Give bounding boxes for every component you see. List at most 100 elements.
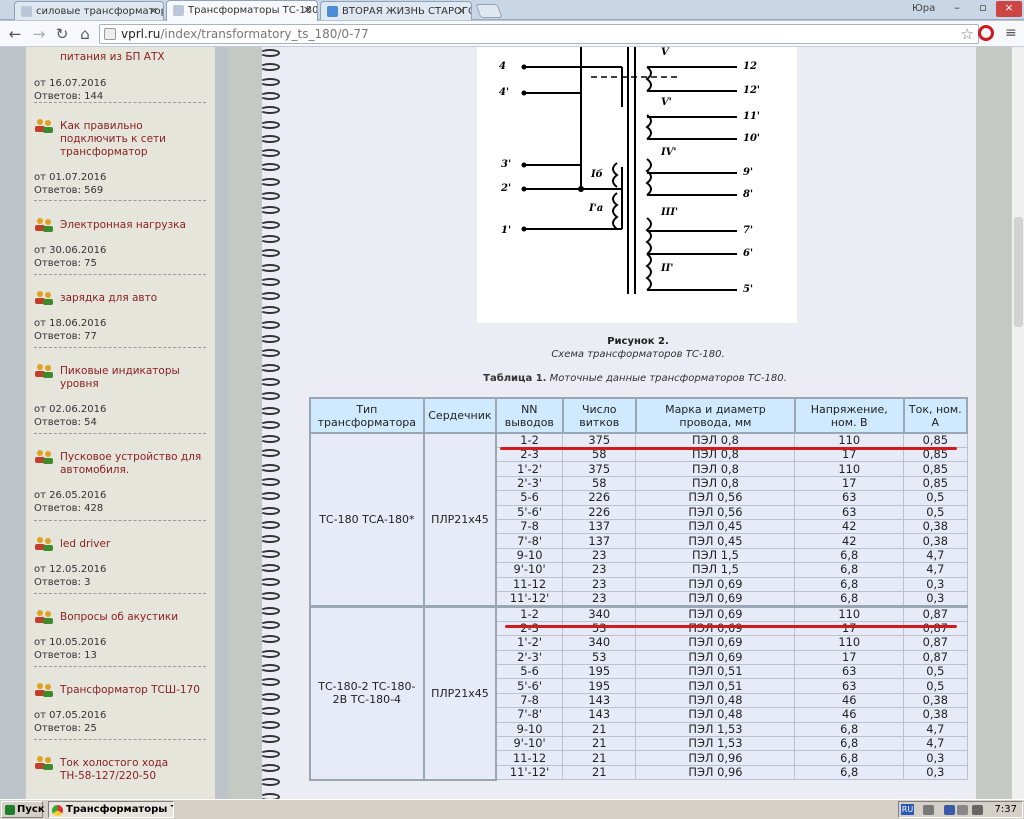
spiral-coil [260,506,280,515]
pin-label: 12' [743,85,760,96]
topic-title[interactable]: led driver [34,538,206,551]
back-icon[interactable]: ← [6,25,24,43]
cell-wire: ПЭЛ 0,69 [635,620,796,637]
page-info-icon[interactable] [104,28,116,40]
header-turns: Число витков [561,397,637,434]
bookmark-star-icon[interactable]: ☆ [961,25,974,43]
close-tab-icon[interactable]: × [457,4,466,17]
url-text[interactable]: vprl.ru/index/transformatory_ts_180/0-77 [121,27,369,41]
cell-current: 0,5 [903,504,968,520]
spiral-coil [260,420,280,429]
sidebar-topic[interactable]: Электронная нагрузка от 30.06.2016 Ответ… [34,218,206,275]
new-tab-button[interactable] [475,4,503,18]
forward-icon[interactable]: → [30,25,48,43]
topic-title[interactable]: Вопросы об акустики [34,611,206,624]
profile-name[interactable]: Юра [912,3,935,14]
spiral-coil [260,349,280,358]
cell-turns: 195 [562,664,637,680]
sidebar-topic[interactable]: зарядка для авто от 18.06.2016 Ответов: … [34,291,206,348]
topic-title[interactable]: питания из БП АТХ [34,51,206,64]
address-bar[interactable]: vprl.ru/index/transformatory_ts_180/0-77… [99,24,979,44]
home-icon[interactable]: ⌂ [76,25,94,43]
cell-pins: 5'-6' [495,504,564,520]
cell-turns: 21 [562,750,637,766]
sidebar-topic[interactable]: Пусковое устройство для автомобиля. от 2… [34,450,206,521]
minimize-icon[interactable]: – [944,1,970,17]
topic-title[interactable]: Электронная нагрузка [34,219,206,232]
cell-turns: 375 [562,432,637,448]
vertical-scrollbar[interactable] [1011,47,1024,799]
cell-wire: ПЭЛ 0,48 [635,707,796,723]
spiral-coil [260,63,280,72]
sidebar-topic[interactable]: Трансформатор ТСШ-170 от 07.05.2016 Отве… [34,683,206,740]
cell-pins: 11-12 [495,750,564,766]
cell-voltage: 63 [794,678,905,694]
page-icon [327,6,338,17]
spiral-coil [260,277,280,286]
topic-title[interactable]: Как правильно подключить к сети трансфор… [34,120,206,159]
network-icon[interactable] [923,805,934,815]
spiral-coil [260,649,280,658]
sidebar-topic[interactable]: Как правильно подключить к сети трансфор… [34,119,206,201]
tab-2-label: Трансформаторы ТС-180 - [188,5,318,16]
tab-3[interactable]: ВТОРАЯ ЖИЗНЬ СТАРОГО × [320,1,472,20]
maximize-icon[interactable]: ▫ [970,1,996,17]
topic-title[interactable]: Трансформатор ТСШ-170 [34,684,206,697]
sidebar-topic[interactable]: Вопросы об акустики от 10.05.2016 Ответо… [34,610,206,667]
topic-title[interactable]: зарядка для авто [34,292,206,305]
cell-turns: 21 [562,736,637,752]
opera-extension-icon[interactable] [978,25,994,41]
users-icon [35,683,53,697]
winding-label: III' [660,207,678,218]
url-path: /index/transformatory_ts_180/0-77 [160,27,369,41]
spiral-coil [260,220,280,229]
topic-title[interactable]: Пиковые индикаторы уровня [34,365,206,391]
spiral-coil [260,520,280,529]
sidebar-topic[interactable]: led driver от 12.05.2016 Ответов: 3 [34,537,206,594]
cell-voltage: 6,8 [794,547,905,564]
spiral-coil [260,635,280,644]
cell-pins: 9-10 [495,721,564,738]
reload-icon[interactable]: ↻ [53,25,71,43]
language-indicator[interactable]: RU [901,804,914,815]
start-button[interactable]: Пуск [1,801,45,818]
cell-turns: 226 [562,490,637,506]
close-tab-icon[interactable]: × [303,3,312,16]
spiral-coil [260,478,280,486]
cell-voltage: 63 [794,490,905,506]
winding-label: V' [661,97,672,108]
close-tab-icon[interactable]: × [149,4,158,17]
taskbar-item-browser[interactable]: Трансформаторы ТС... [48,801,174,818]
cell-voltage: 110 [794,461,905,477]
scrollbar-thumb[interactable] [1014,217,1023,327]
tray-app-icon[interactable] [944,805,955,815]
tray-app-icon[interactable] [957,805,968,815]
menu-icon[interactable]: ≡ [1005,25,1017,41]
cell-pins: 5'-6' [495,678,564,694]
pin-label: 12 [743,61,757,72]
cell-turns: 195 [562,678,637,694]
cell-wire: ПЭЛ 1,5 [635,547,796,564]
schematic-svg: 4 4' 3' 2' 1' 12 12' 11' 10' 9' 8' 7' 6'… [499,47,760,295]
cell-turns: 340 [562,604,637,622]
sidebar-topic[interactable]: Пиковые индикаторы уровня от 02.06.2016 … [34,364,206,434]
spiral-coil [260,778,280,787]
system-clock[interactable]: 7:37 [995,804,1017,815]
topic-title[interactable]: Пусковое устройство для автомобиля. [34,451,206,477]
spiral-coil [260,120,280,129]
sidebar-topic[interactable]: питания из БП АТХ от 16.07.2016 Ответов:… [34,51,206,103]
tab-2[interactable]: Трансформаторы ТС-180 - × [166,0,318,21]
close-window-icon[interactable]: × [996,1,1022,17]
header-type: Тип трансформатора [309,397,425,434]
winding-label: V [661,47,670,58]
tab-1[interactable]: силовые трансформаторы × [14,1,164,20]
notebook-spiral [260,47,282,799]
cell-wire: ПЭЛ 0,48 [635,692,796,709]
topic-title[interactable]: Ток холостого хода ТН-58-127/220-50 [34,757,206,783]
cell-wire: ПЭЛ 0,96 [635,750,796,766]
topic-answers: Ответов: 75 [34,258,97,269]
sidebar-topic[interactable]: Ток холостого хода ТН-58-127/220-50 [34,756,206,797]
volume-icon[interactable] [972,805,983,815]
cell-voltage: 63 [794,504,905,520]
cell-voltage: 6,8 [794,764,905,781]
